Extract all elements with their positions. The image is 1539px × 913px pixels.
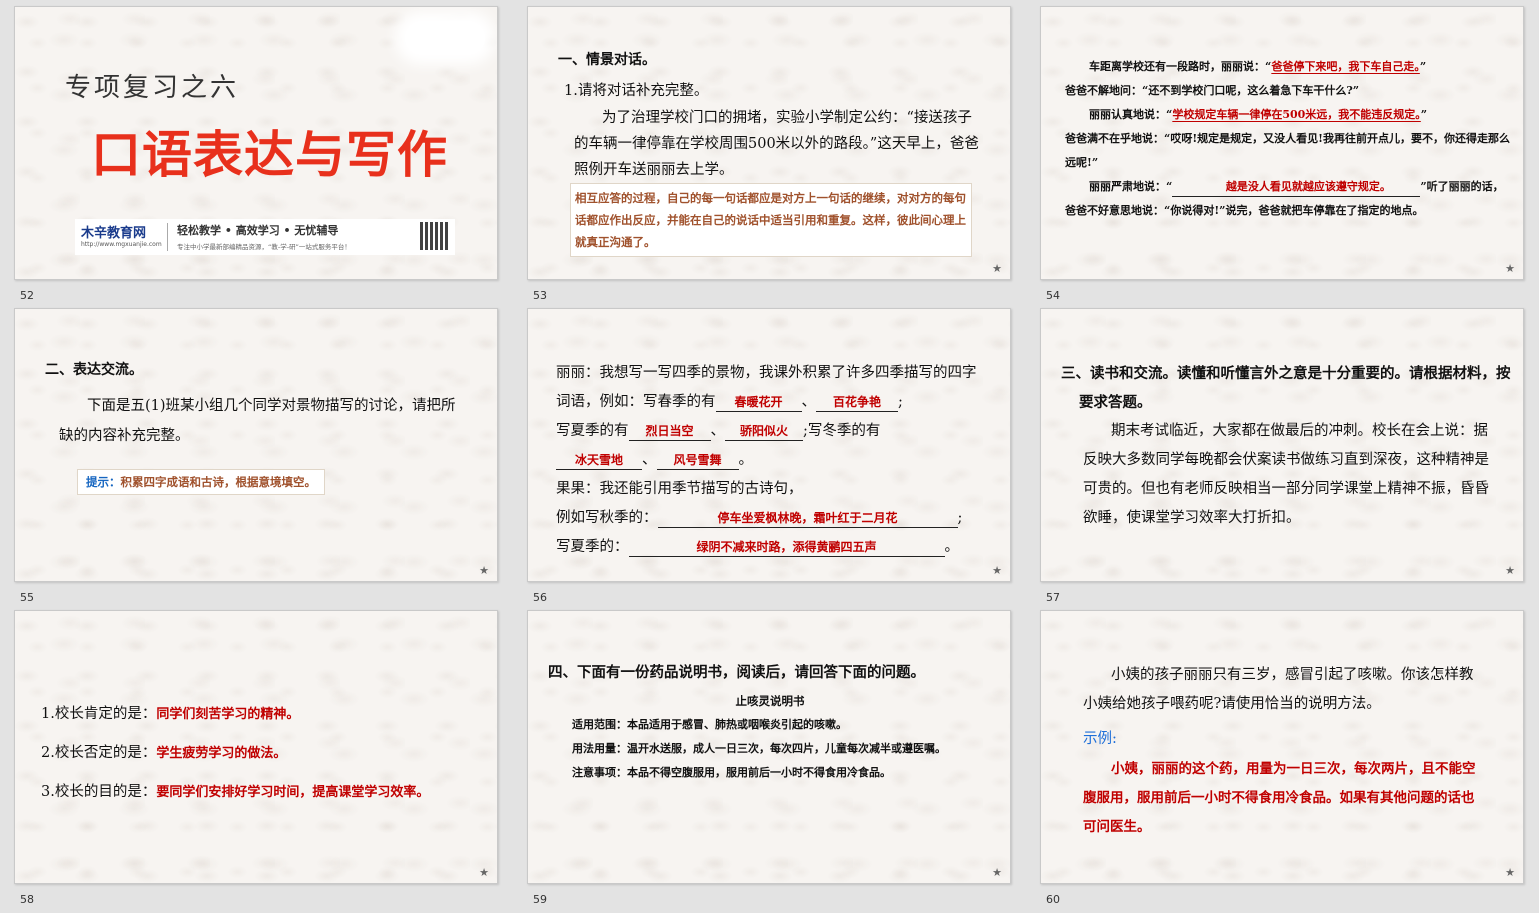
question-paragraph: 小姨的孩子丽丽只有三岁，感冒引起了咳嗽。你该怎样教小姨给她孩子喂药呢?请使用恰当…	[1083, 667, 1474, 712]
answer-row: 2.校长否定的是：学生疲劳学习的做法。	[41, 745, 287, 761]
document-scope: 适用范围：本品适用于感冒、肺热或咽喉炎引起的咳嗽。	[572, 718, 847, 731]
dialogue-line: 丽丽严肃地说：“ 越是没人看见就越应该遵守规定。 ”听了丽丽的话，爸爸不好意思地说：…	[1065, 178, 1504, 217]
star-icon: ★	[479, 866, 489, 879]
answer-blank: 绿阴不减来时路，添得黄鹂四五声	[628, 538, 945, 557]
answer: 越是没人看见就越应该遵守规定。	[1172, 178, 1421, 197]
slide-57[interactable]: 三、读书和交流。读懂和听懂言外之意是十分重要的。请根据材料，按要求答题。 期末考…	[1040, 308, 1524, 582]
slide-title: 口语表达与写作	[91, 126, 448, 184]
star-icon: ★	[992, 564, 1002, 577]
question-1: 1.请将对话补充完整。	[564, 83, 709, 99]
document-body: 适用范围：本品适用于感冒、肺热或咽喉炎引起的咳嗽。 用法用量：温开水送服，成人一…	[572, 713, 968, 785]
answer-blank: 烈日当空	[628, 422, 711, 441]
star-icon: ★	[1505, 564, 1515, 577]
answer-blank: 骄阳似火	[725, 422, 803, 441]
example-label: 示例:	[1083, 731, 1117, 747]
slide-60[interactable]: 小姨的孩子丽丽只有三岁，感冒引起了咳嗽。你该怎样教小姨给她孩子喂药呢?请使用恰当…	[1040, 610, 1524, 884]
scenario-paragraph: 为了治理学校门口的拥堵，实验小学制定公约：“接送孩子的车辆一律停靠在学校周围50…	[574, 110, 979, 178]
hint-box: 提示：积累四字成语和古诗，根据意境填空。	[77, 469, 325, 495]
dialogue-line: 车距离学校还有一段路时，丽丽说：“爸爸停下来吧，我下车自己走。”	[1089, 60, 1427, 73]
brand-bar: 木辛教育网 http://www.mgxuanjie.com 轻松教学 • 高效…	[75, 219, 455, 255]
qr-code-icon	[420, 222, 448, 250]
section-heading: 三、读书和交流。读懂和听懂言外之意是十分重要的。请根据材料，按要求答题。	[1061, 365, 1511, 411]
answer-blank: 停车坐爱枫林晚，霜叶红于二月花	[657, 509, 958, 528]
answer-row: 1.校长肯定的是：同学们刻苦学习的精神。	[41, 706, 300, 722]
star-icon: ★	[992, 262, 1002, 275]
slide-number: 55	[20, 591, 34, 604]
slide-59[interactable]: 四、下面有一份药品说明书，阅读后，请回答下面的问题。 止咳灵说明书 适用范围：本…	[527, 610, 1011, 884]
star-icon: ★	[479, 564, 489, 577]
slide-number: 58	[20, 893, 34, 906]
section-heading: 一、情景对话。	[558, 52, 656, 68]
answer: 学生疲劳学习的做法。	[156, 746, 287, 761]
instruction-paragraph: 下面是五(1)班某小组几个同学对景物描写的讨论，请把所缺的内容补充完整。	[59, 398, 456, 444]
slide-number: 57	[1046, 591, 1060, 604]
answer-blank: 风号雪舞	[656, 451, 739, 470]
hint-label: 提示：	[86, 475, 121, 489]
slide-53[interactable]: 一、情景对话。 1.请将对话补充完整。 为了治理学校门口的拥堵，实验小学制定公约…	[527, 6, 1011, 280]
slide-number: 53	[533, 289, 547, 302]
slide-number: 60	[1046, 893, 1060, 906]
slide-55[interactable]: 二、表达交流。 下面是五(1)班某小组几个同学对景物描写的讨论，请把所缺的内容补…	[14, 308, 498, 582]
dialogue-line: 爸爸满不在乎地说：“哎呀!规定是规定，又没人看见!我再往前开点儿，要不，你还得走…	[1065, 132, 1510, 169]
section-heading: 二、表达交流。	[45, 362, 143, 378]
brand-divider	[167, 223, 168, 251]
brand-url: http://www.mgxuanjie.com	[81, 241, 162, 248]
slide-56[interactable]: 丽丽：我想写一写四季的景物，我课外积累了许多四季描写的四字词语，例如：写春季的有…	[527, 308, 1011, 582]
answer-blank: 冰天雪地	[556, 451, 642, 470]
slide-subtitle: 专项复习之六	[65, 73, 240, 103]
slide-58[interactable]: 1.校长肯定的是：同学们刻苦学习的精神。 2.校长否定的是：学生疲劳学习的做法。…	[14, 610, 498, 884]
slide-number: 56	[533, 591, 547, 604]
dialogue-block: 车距离学校还有一段路时，丽丽说：“爸爸停下来吧，我下车自己走。” 爸爸不解地问：…	[1065, 55, 1513, 223]
brand-name: 木辛教育网	[81, 226, 147, 241]
section-heading: 四、下面有一份药品说明书，阅读后，请回答下面的问题。	[548, 664, 925, 681]
material-paragraph: 期末考试临近，大家都在做最后的冲刺。校长在会上说：据反映大多数同学每晚都会伏案读…	[1083, 423, 1489, 526]
slide-number: 54	[1046, 289, 1060, 302]
example-answer: 小姨，丽丽的这个药，用量为一日三次，每次两片，且不能空腹服用，服用前后一小时不得…	[1083, 761, 1476, 835]
answer-blank: 百花争艳	[816, 393, 898, 412]
slide-number: 59	[533, 893, 547, 906]
answer-blank: 春暖花开	[715, 393, 802, 412]
hint-box: 相互应答的过程，自己的每一句话都应是对方上一句话的继续，对对方的每句话都应作出反…	[570, 183, 972, 257]
answer: 学校规定车辆一律停在500米远，我不能违反规定。	[1172, 108, 1421, 121]
answers-block: 1.校长肯定的是：同学们刻苦学习的精神。 2.校长否定的是：学生疲劳学习的做法。…	[41, 695, 429, 812]
dialogue-line: 丽丽认真地说：“学校规定车辆一律停在500米远，我不能违反规定。”	[1089, 108, 1428, 121]
brand-slogan-sub: 专注中小学最新部编精品资源，“教-学-研”一站式服务平台！	[177, 243, 351, 251]
answer: 要同学们安排好学习时间，提高课堂学习效率。	[156, 785, 430, 800]
slide-number: 52	[20, 289, 34, 302]
answer-row: 3.校长的目的是：要同学们安排好学习时间，提高课堂学习效率。	[41, 784, 430, 800]
star-icon: ★	[992, 866, 1002, 879]
star-icon: ★	[1505, 866, 1515, 879]
document-dosage: 用法用量：温开水送服，成人一日三次，每次四片，儿童每次减半或遵医嘱。	[572, 742, 946, 755]
star-icon: ★	[1505, 262, 1515, 275]
slide-52[interactable]: 专项复习之六 口语表达与写作 木辛教育网 http://www.mgxuanji…	[14, 6, 498, 280]
discussion-block: 丽丽：我想写一写四季的景物，我课外积累了许多四季描写的四字词语，例如：写春季的有…	[556, 365, 977, 557]
answer: 同学们刻苦学习的精神。	[156, 707, 300, 722]
brand-slogan: 轻松教学 • 高效学习 • 无忧辅导	[177, 224, 339, 237]
document-title: 止咳灵说明书	[735, 694, 805, 708]
answer: 爸爸停下来吧，我下车自己走。	[1271, 60, 1420, 73]
slide-54[interactable]: 车距离学校还有一段路时，丽丽说：“爸爸停下来吧，我下车自己走。” 爸爸不解地问：…	[1040, 6, 1524, 280]
decor-cloud	[405, 21, 485, 55]
document-note: 注意事项：本品不得空腹服用，服用前后一小时不得食用冷食品。	[572, 766, 891, 779]
dialogue-line: 爸爸不解地问：“还不到学校门口呢，这么着急下车干什么?”	[1065, 84, 1360, 97]
hint-text: 积累四字成语和古诗，根据意境填空。	[120, 475, 317, 489]
